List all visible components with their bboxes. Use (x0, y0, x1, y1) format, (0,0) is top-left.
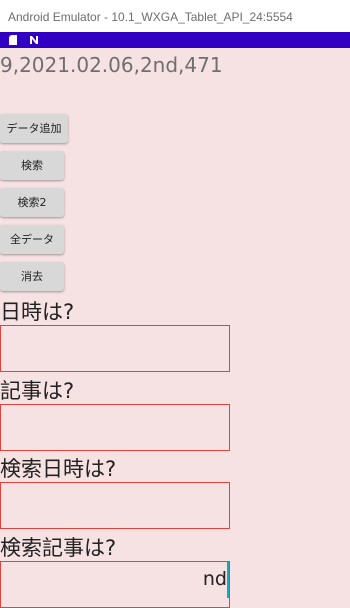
result-text: 9,2021.02.06,2nd,471 (0, 53, 223, 77)
article-label: 記事は? (0, 379, 75, 403)
search-article-field[interactable]: nd (0, 561, 230, 608)
window-title: Android Emulator - 10.1_WXGA_Tablet_API_… (8, 10, 293, 24)
clear-button[interactable]: 消去 (0, 262, 64, 291)
sd-card-icon (9, 35, 17, 45)
window-titlebar: Android Emulator - 10.1_WXGA_Tablet_API_… (0, 0, 350, 32)
datetime-field[interactable] (0, 325, 230, 372)
search-button[interactable]: 検索 (0, 151, 64, 180)
search2-button[interactable]: 検索2 (0, 188, 64, 217)
search-datetime-label: 検索日時は? (0, 457, 117, 481)
add-data-button[interactable]: データ追加 (0, 114, 68, 143)
android-status-bar (0, 32, 350, 48)
datetime-label: 日時は? (0, 300, 75, 324)
article-field[interactable] (0, 404, 230, 451)
notification-n-icon (30, 36, 38, 44)
search-datetime-field[interactable] (0, 482, 230, 529)
search-article-label: 検索記事は? (0, 536, 117, 560)
search-article-field-value: nd (202, 568, 227, 590)
all-data-button[interactable]: 全データ (0, 225, 64, 254)
text-cursor (227, 562, 229, 598)
